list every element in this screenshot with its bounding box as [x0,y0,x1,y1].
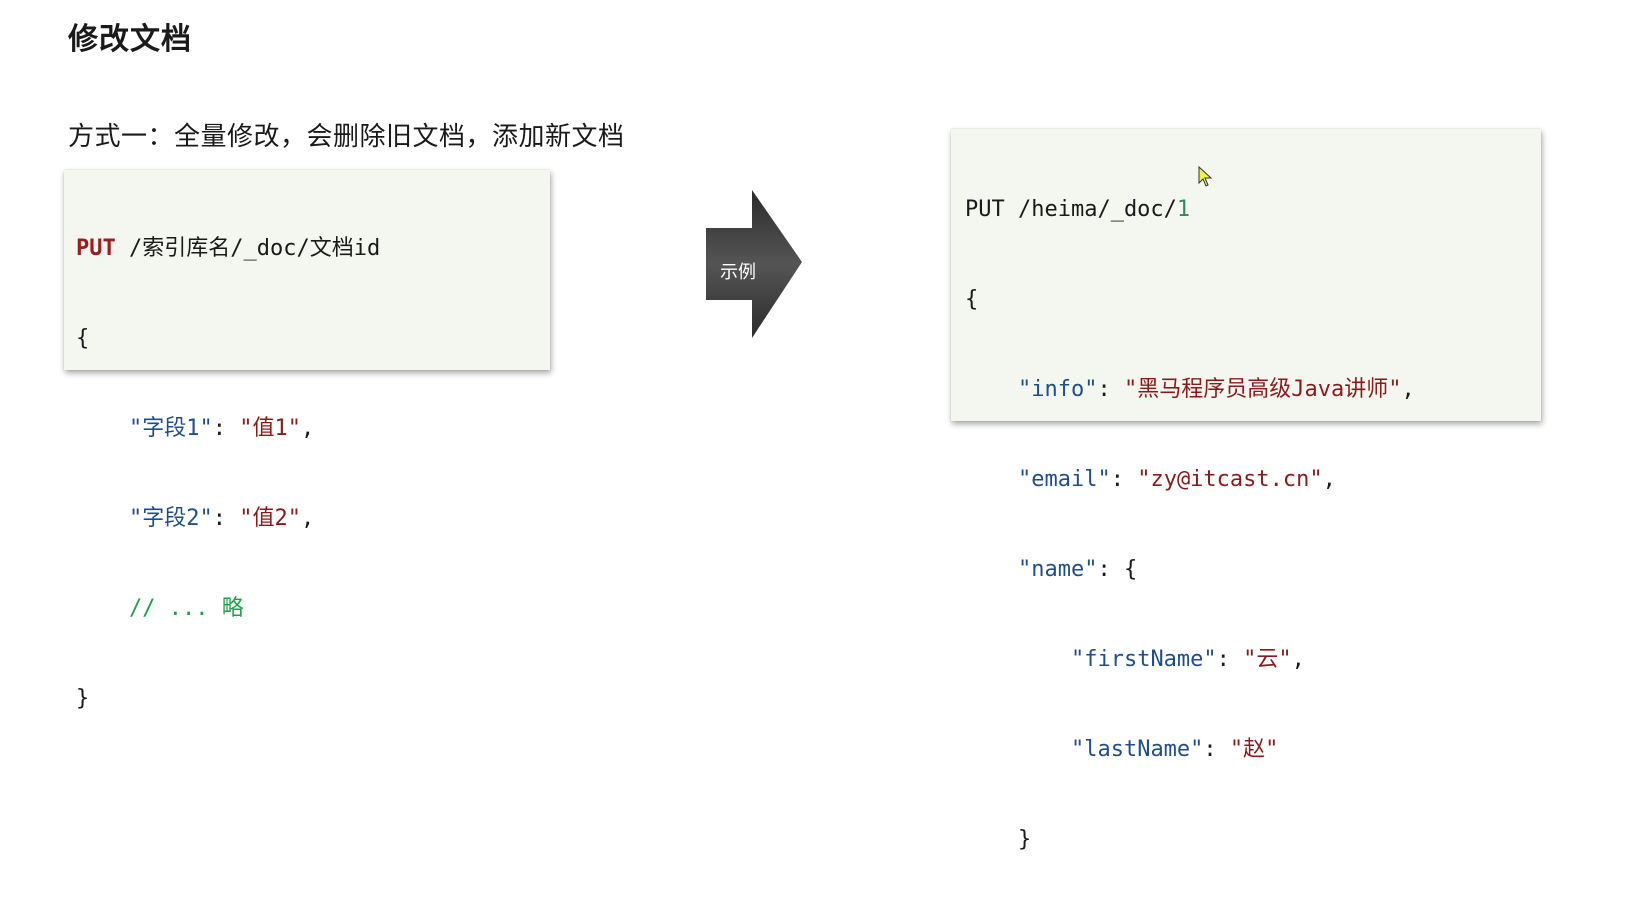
http-method: PUT [76,236,116,261]
field2-value: "值2" [239,506,301,531]
open-brace: { [965,287,979,312]
field1-line: "字段1": "值1", [76,414,550,444]
colon: : [212,416,240,441]
name-key: "name" [1017,557,1098,582]
example-arrow: 示例 [706,190,802,352]
request-path: /索引库名/_doc/文档id [115,236,381,261]
name-close-brace: } [1017,827,1032,852]
method-description: 方式一：全量修改，会删除旧文档，添加新文档 [68,122,625,152]
colon: : [212,506,240,531]
firstname-line: "firstName": "云", [965,645,1541,675]
comma: , [300,416,315,441]
open-brace: { [76,326,90,351]
comma: , [300,506,315,531]
firstname-key: "firstName" [1070,647,1217,672]
colon: : [1097,377,1124,402]
request-line: PUT /索引库名/_doc/文档id [76,234,550,264]
request-prefix: PUT /heima/_doc/ [965,197,1177,222]
firstname-value: "云" [1243,647,1292,672]
comment-line: // ... 略 [76,594,550,624]
colon: : [1203,737,1230,762]
field2-key: "字段2" [128,506,213,531]
info-value: "黑马程序员高级Java讲师" [1123,377,1402,402]
field1-value: "值1" [239,416,301,441]
comma: , [1291,647,1305,672]
colon: : [1216,647,1244,672]
field2-line: "字段2": "值2", [76,504,550,534]
arrow-label: 示例 [720,262,756,283]
field1-key: "字段1" [128,416,213,441]
page-title: 修改文档 [68,22,192,57]
comma: , [1322,467,1336,492]
name-close: } [965,825,1541,855]
info-line: "info": "黑马程序员高级Java讲师", [965,375,1541,405]
request-line: PUT /heima/_doc/1 [965,195,1541,225]
doc-id: 1 [1176,197,1191,222]
lastname-key: "lastName" [1070,737,1204,762]
name-line: "name": { [965,555,1541,585]
info-key: "info" [1017,377,1098,402]
lastname-value: "赵" [1229,737,1279,762]
colon: : [1110,467,1138,492]
name-open: : { [1097,557,1138,582]
example-code-block: PUT /heima/_doc/1 { "info": "黑马程序员高级Java… [951,129,1541,852]
mouse-pointer-icon [1198,165,1214,192]
syntax-code-block: PUT /索引库名/_doc/文档id { "字段1": "值1", "字段2"… [64,170,550,711]
comma: , [1401,377,1415,402]
email-line: "email": "zy@itcast.cn", [965,465,1541,495]
code-comment: // ... 略 [128,596,244,621]
close-brace: } [76,686,90,711]
email-value: "zy@itcast.cn" [1137,467,1323,492]
email-key: "email" [1017,467,1111,492]
lastname-line: "lastName": "赵" [965,735,1541,765]
